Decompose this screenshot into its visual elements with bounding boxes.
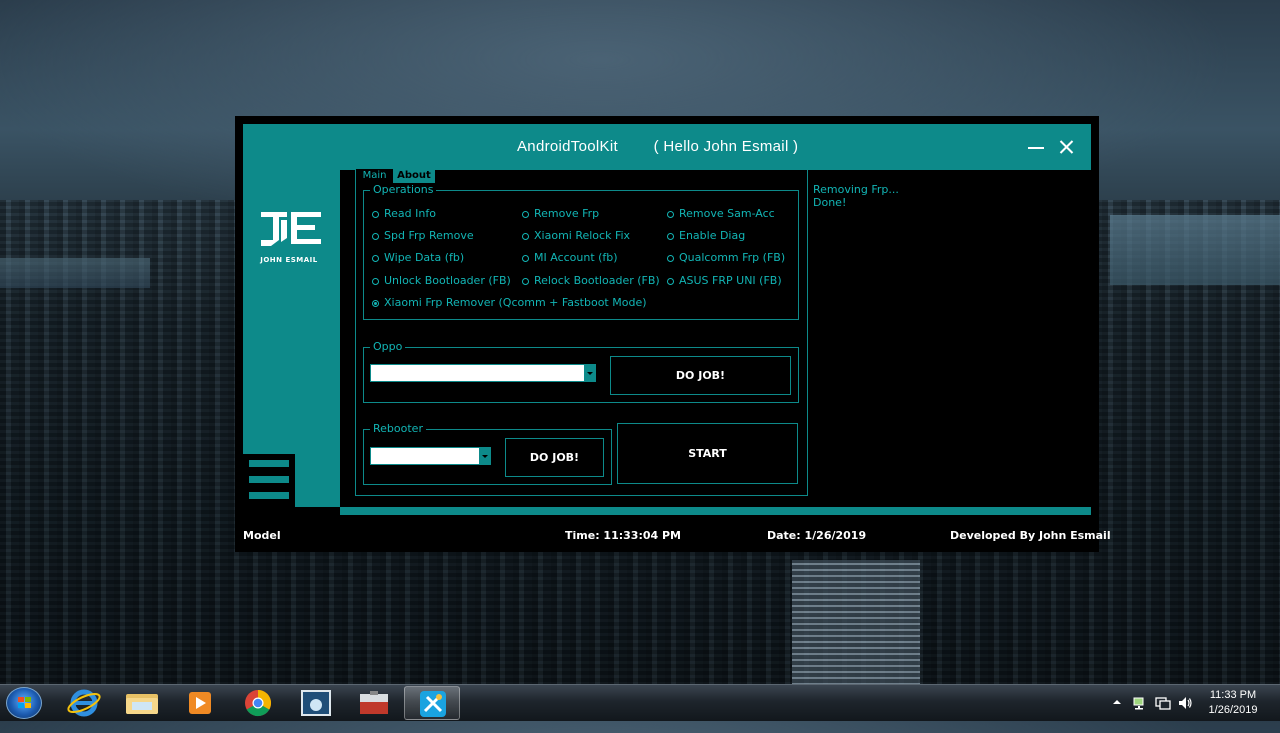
oppo-label: Oppo — [370, 340, 406, 354]
radio-xiaomi-frp-remover[interactable]: Xiaomi Frp Remover (Qcomm + Fastboot Mod… — [372, 297, 647, 309]
menu-line-icon — [249, 460, 289, 467]
minimize-icon — [1028, 147, 1044, 149]
radio-dot-icon — [667, 254, 674, 262]
clock-time: 11:33 PM — [1209, 689, 1257, 701]
radio-dot-icon — [372, 299, 379, 307]
wallpaper-building — [792, 560, 920, 685]
logo-caption: JOHN ESMAIL — [260, 256, 318, 264]
rebooter-do-job-button[interactable]: DO JOB! — [505, 438, 604, 477]
window-title: AndroidToolKit ( Hello John Esmail ) — [517, 138, 799, 155]
speaker-icon — [1179, 697, 1192, 709]
john-esmail-logo-icon — [261, 212, 321, 246]
file-explorer-icon — [126, 694, 158, 714]
log-line: Done! — [813, 196, 847, 209]
minimize-button[interactable] — [1021, 132, 1051, 162]
title-bar[interactable]: AndroidToolKit ( Hello John Esmail ) — [243, 124, 1091, 170]
taskbar-media-player[interactable] — [172, 686, 228, 720]
internet-explorer-icon — [67, 689, 101, 717]
taskbar: 11:33 PM 1/26/2019 — [0, 684, 1280, 721]
radio-dot-icon — [667, 277, 674, 285]
log-output: Removing Frp... Done! — [813, 183, 899, 209]
radio-remove-sam-acc[interactable]: Remove Sam-Acc — [667, 208, 775, 220]
radio-asus-frp-uni[interactable]: ASUS FRP UNI (FB) — [667, 275, 782, 287]
app-logo-icon — [301, 690, 331, 716]
radio-dot-icon — [667, 232, 674, 240]
taskbar-file-explorer[interactable] — [114, 686, 170, 720]
taskbar-internet-explorer[interactable] — [56, 686, 112, 720]
radio-enable-diag[interactable]: Enable Diag — [667, 230, 745, 242]
wallpaper-river-left — [0, 258, 150, 288]
radio-dot-icon — [372, 254, 379, 262]
chevron-down-icon — [584, 365, 595, 381]
radio-read-info[interactable]: Read Info — [372, 208, 436, 220]
hamburger-menu-button[interactable] — [243, 454, 295, 508]
start-button[interactable] — [6, 687, 42, 719]
bottom-accent-strip — [340, 507, 1091, 515]
status-model: Model — [243, 529, 281, 542]
status-time: Time: 11:33:04 PM — [565, 529, 681, 542]
tool-app-icon — [420, 691, 446, 717]
oppo-do-job-button[interactable]: DO JOB! — [610, 356, 791, 395]
tray-network[interactable] — [1132, 695, 1148, 731]
radio-relock-bootloader[interactable]: Relock Bootloader (FB) — [522, 275, 660, 287]
taskbar-app-logo[interactable] — [288, 686, 344, 720]
windows-logo-icon — [18, 697, 32, 710]
toolbox-icon — [360, 691, 388, 714]
radio-spd-frp-remove[interactable]: Spd Frp Remove — [372, 230, 474, 242]
radio-unlock-bootloader[interactable]: Unlock Bootloader (FB) — [372, 275, 511, 287]
radio-dot-icon — [522, 254, 529, 262]
radio-dot-icon — [667, 210, 674, 218]
radio-mi-account[interactable]: MI Account (fb) — [522, 252, 618, 264]
chevron-down-icon — [479, 448, 490, 464]
radio-dot-icon — [372, 277, 379, 285]
app-window: AndroidToolKit ( Hello John Esmail ) JOH… — [235, 116, 1111, 552]
radio-dot-icon — [372, 232, 379, 240]
network-icon — [1133, 697, 1144, 710]
wallpaper-river — [1110, 215, 1280, 285]
rebooter-select[interactable] — [370, 447, 491, 465]
radio-wipe-data[interactable]: Wipe Data (fb) — [372, 252, 464, 264]
tray-action-center[interactable] — [1155, 695, 1171, 731]
chevron-up-icon — [1113, 700, 1121, 704]
status-developer: Developed By John Esmail — [950, 529, 1111, 542]
radio-dot-icon — [522, 277, 529, 285]
close-button[interactable] — [1051, 132, 1081, 162]
radio-qualcomm-frp[interactable]: Qualcomm Frp (FB) — [667, 252, 785, 264]
taskbar-clock[interactable]: 11:33 PM 1/26/2019 — [1198, 688, 1268, 718]
log-line: Removing Frp... — [813, 183, 899, 196]
taskbar-toolbox[interactable] — [346, 686, 402, 720]
status-date: Date: 1/26/2019 — [767, 529, 867, 542]
show-hidden-icons-button[interactable] — [1112, 697, 1122, 733]
radio-remove-frp[interactable]: Remove Frp — [522, 208, 599, 220]
oppo-select[interactable] — [370, 364, 596, 382]
clock-date: 1/26/2019 — [1208, 704, 1258, 716]
taskbar-tool-app[interactable] — [404, 686, 460, 720]
operations-label: Operations — [370, 183, 437, 197]
menu-line-icon — [249, 492, 289, 499]
rebooter-label: Rebooter — [370, 422, 426, 436]
start-button[interactable]: START — [617, 423, 798, 484]
media-player-icon — [189, 692, 211, 714]
radio-dot-icon — [372, 210, 379, 218]
radio-xiaomi-relock-fix[interactable]: Xiaomi Relock Fix — [522, 230, 630, 242]
taskbar-chrome[interactable] — [230, 686, 286, 720]
menu-line-icon — [249, 476, 289, 483]
radio-dot-icon — [522, 232, 529, 240]
tray-volume[interactable] — [1177, 695, 1193, 731]
action-center-icon — [1155, 697, 1171, 710]
chrome-icon — [245, 689, 272, 717]
radio-dot-icon — [522, 210, 529, 218]
sidebar: JOHN ESMAIL — [243, 170, 340, 508]
